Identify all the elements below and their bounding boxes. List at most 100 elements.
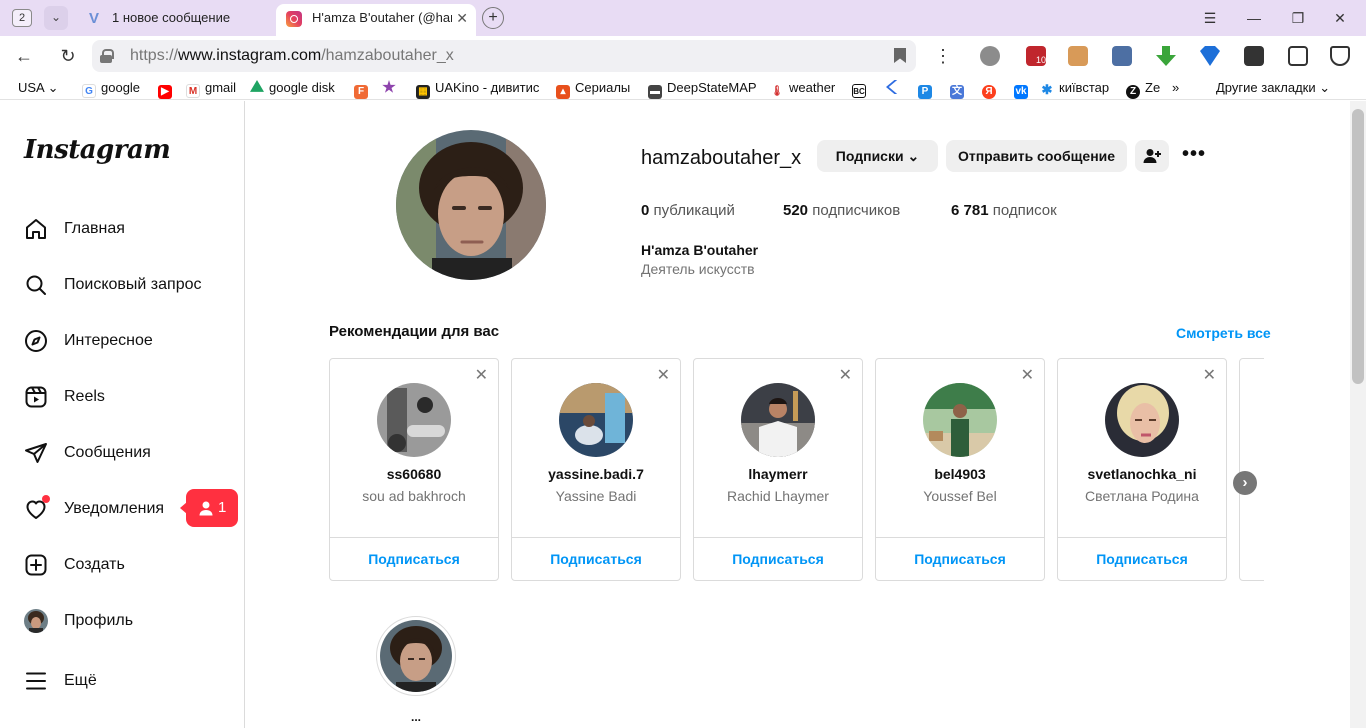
story-highlight[interactable] [376, 616, 456, 696]
bookmark-google[interactable]: Ggoogle [82, 80, 140, 98]
card-username[interactable]: svetlanochka_ni [1058, 466, 1226, 482]
sidebar-item-messages[interactable]: Сообщения [12, 429, 232, 477]
download-extension-icon[interactable] [1156, 46, 1176, 66]
dismiss-icon[interactable]: ✕ [839, 365, 852, 385]
bookmarks-overflow-button[interactable]: » [1172, 80, 1179, 96]
followers-link[interactable]: 520 подписчиков [783, 201, 900, 221]
restore-button[interactable]: ❐ [1284, 4, 1312, 32]
see-all-link[interactable]: Смотреть все [1176, 325, 1271, 341]
bookmark-icon[interactable] [894, 48, 906, 63]
card-avatar[interactable] [923, 383, 997, 457]
card-username[interactable]: bel4903 [876, 466, 1044, 482]
scrollbar-thumb[interactable] [1352, 109, 1364, 384]
card-username[interactable]: lhaymerr [694, 466, 862, 482]
yandex-icon: Я [982, 85, 996, 99]
sidebar-item-search[interactable]: Поисковый запрос [12, 261, 232, 309]
card-avatar[interactable] [1105, 383, 1179, 457]
shield-extension-icon[interactable]: 10 [1026, 46, 1046, 66]
page-scrollbar[interactable] [1350, 101, 1366, 728]
sidebar-item-create[interactable]: Создать [12, 541, 232, 589]
bookmark-translate[interactable]: 文 [950, 80, 969, 99]
thermometer-icon: 🌡 [770, 85, 784, 99]
card-avatar[interactable] [377, 383, 451, 457]
back-button[interactable]: ← [12, 44, 36, 68]
user-icon [199, 501, 213, 516]
tab-close-icon[interactable]: ✕ [456, 4, 468, 32]
bookmark-weather[interactable]: 🌡 weather [770, 80, 835, 99]
translate-extension-icon[interactable] [1112, 46, 1132, 66]
globe-extension-icon[interactable] [980, 46, 1000, 66]
dismiss-icon[interactable]: ✕ [475, 365, 488, 385]
sidebar-item-explore[interactable]: Интересное [12, 317, 232, 365]
other-bookmarks[interactable]: Другие закладки ⌄ [1216, 80, 1330, 96]
profile-avatar[interactable] [396, 130, 546, 280]
bookmark-yandex[interactable]: Я [982, 80, 1001, 99]
more-options-icon[interactable]: ⋮ [934, 44, 952, 68]
card-username[interactable]: yassine.badi.7 [512, 466, 680, 482]
url-input[interactable]: https://www.instagram.com/hamzaboutaher_… [92, 40, 916, 72]
download-manager-icon[interactable] [1330, 46, 1350, 66]
notification-popover[interactable]: 1 [180, 489, 238, 527]
bookmark-serials[interactable]: ▴ Сериалы [556, 80, 630, 99]
following-link[interactable]: 6 781 подписок [951, 201, 1057, 221]
bookmark-p[interactable]: P [918, 80, 937, 99]
bookmark-f[interactable]: F [354, 80, 373, 99]
cookie-extension-icon[interactable] [1068, 46, 1088, 66]
dismiss-icon[interactable]: ✕ [657, 365, 670, 385]
instagram-page: Instagram Главная Поисковый запрос Интер… [0, 101, 1366, 728]
copy-extension-icon[interactable] [1288, 46, 1308, 66]
sidebar-item-profile[interactable]: Профиль [12, 597, 232, 645]
tab-messages[interactable]: V 1 новое сообщение [76, 4, 272, 36]
sidebar-item-more[interactable]: Ещё [12, 657, 232, 705]
bookmark-ze[interactable]: Z Ze [1126, 80, 1160, 99]
sidebar-item-reels[interactable]: Reels [12, 373, 232, 421]
sidebar-item-home[interactable]: Главная [12, 205, 232, 253]
gem-extension-icon[interactable] [1200, 46, 1220, 66]
follow-button[interactable]: Подписаться [512, 538, 680, 581]
bookmark-bc[interactable]: BC [852, 80, 871, 98]
bookmark-star[interactable] [382, 80, 401, 96]
following-button-label: Подписки [835, 148, 904, 164]
tab-count-badge[interactable]: 2 [12, 9, 32, 27]
minimize-button[interactable]: — [1240, 4, 1268, 32]
recommendation-card: ✕ lhaymerr Rachid Lhaymer Подписаться [693, 358, 863, 581]
card-avatar[interactable] [559, 383, 633, 457]
card-username[interactable]: ss60680 [330, 466, 498, 482]
dismiss-icon[interactable]: ✕ [1203, 365, 1216, 385]
follow-button[interactable]: Подписаться [330, 538, 498, 581]
bookmark-google-disk[interactable]: google disk [250, 80, 335, 96]
extension-badge: 10 [1035, 55, 1046, 65]
send-message-button[interactable]: Отправить сообщение [946, 140, 1127, 172]
bookmark-kyivstar[interactable]: ✱ київстар [1040, 80, 1109, 97]
bookmark-vk[interactable]: vk [1014, 80, 1033, 99]
profile-main: hamzaboutaher_x Подписки ⌄ Отправить соо… [246, 101, 1350, 728]
following-button[interactable]: Подписки ⌄ [817, 140, 938, 172]
tab-instagram[interactable]: H'amza B'outaher (@hamzaboutaher_x) ✕ [276, 4, 476, 36]
follow-button[interactable]: Подписаться [694, 538, 862, 581]
dismiss-icon[interactable]: ✕ [1021, 365, 1034, 385]
follow-button[interactable]: Подписаться [1058, 538, 1226, 581]
bookmark-youtube[interactable]: ▶ [158, 80, 177, 99]
terminal-extension-icon[interactable] [1244, 46, 1264, 66]
bookmark-gmail[interactable]: Mgmail [186, 80, 236, 98]
carousel-next-button[interactable]: › [1233, 471, 1257, 495]
instagram-favicon-icon [286, 11, 302, 27]
card-avatar[interactable] [741, 383, 815, 457]
bookmark-uakino[interactable]: ▦ UAKino - дивитис [416, 80, 539, 99]
bookmark-deepstate[interactable]: ▬ DeepStateMAP [648, 80, 757, 99]
bookmark-usa[interactable]: USA ⌄ [18, 80, 59, 96]
card-avatar-image [741, 383, 815, 457]
tab-list-dropdown[interactable]: ⌄ [44, 6, 68, 30]
bookmark-arrow[interactable] [886, 80, 905, 96]
instagram-logo[interactable]: Instagram [24, 135, 171, 165]
browser-menu-icon[interactable]: ☰ [1196, 4, 1224, 32]
more-options-icon[interactable]: ••• [1182, 140, 1205, 172]
sidebar-item-label: Интересное [64, 332, 153, 349]
new-tab-button[interactable]: + [482, 7, 504, 29]
reload-button[interactable]: ↻ [56, 44, 80, 68]
lock-icon[interactable] [100, 49, 114, 63]
follow-button[interactable]: Подписаться [876, 538, 1044, 581]
close-window-button[interactable]: ✕ [1326, 4, 1354, 32]
recommendation-card: ✕ ss60680 sou ad bakhroch Подписаться [329, 358, 499, 581]
add-user-button[interactable] [1135, 140, 1169, 172]
